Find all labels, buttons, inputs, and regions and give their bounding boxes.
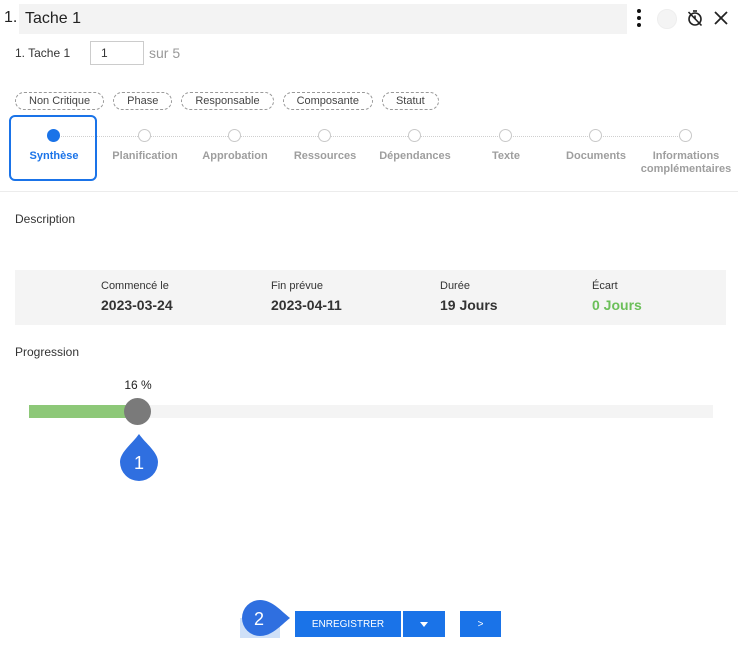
step-dot (228, 129, 241, 142)
started-value: 2023-03-24 (101, 297, 173, 313)
step-label: Informations complémentaires (640, 150, 732, 175)
status-circle-button[interactable] (657, 9, 677, 29)
page-number-input[interactable] (90, 41, 144, 65)
more-options-icon[interactable] (632, 9, 646, 27)
planned-end-label: Fin prévue (271, 280, 323, 292)
active-step-highlight (9, 115, 97, 181)
step-dot (318, 129, 331, 142)
tag-criticality[interactable]: Non Critique (15, 92, 105, 110)
duration-value: 19 Jours (440, 297, 498, 313)
tag-phase[interactable]: Phase (113, 92, 173, 110)
save-button[interactable]: ENREGISTRER (295, 611, 401, 637)
step-dot (679, 129, 692, 142)
progression-fill (29, 405, 137, 418)
gap-block: Écart 0 Jours (592, 280, 642, 313)
step-dot (47, 129, 60, 142)
step-label: Synthèse (29, 150, 79, 162)
step-label: Dépendances (379, 150, 451, 162)
step-dot (138, 129, 151, 142)
started-label: Commencé le (101, 280, 169, 292)
marker-1-label: 1 (134, 453, 144, 473)
next-button[interactable]: > (460, 611, 501, 637)
step-label: Ressources (293, 150, 357, 162)
section-stepper: Synthèse Planification Approbation Resso… (0, 115, 738, 185)
step-label: Planification (112, 150, 178, 162)
started-block: Commencé le 2023-03-24 (101, 280, 173, 313)
progression-slider-handle[interactable] (124, 398, 151, 425)
timer-off-icon[interactable] (686, 9, 704, 27)
task-number-prefix: 1. (4, 9, 18, 26)
planned-end-value: 2023-04-11 (271, 297, 342, 313)
task-title-input[interactable] (19, 4, 627, 34)
tag-composante[interactable]: Composante (282, 92, 373, 110)
duration-block: Durée 19 Jours (440, 280, 498, 313)
tag-statut[interactable]: Statut (381, 92, 439, 110)
gap-label: Écart (592, 280, 618, 292)
step-label: Texte (492, 150, 520, 162)
planned-end-block: Fin prévue 2023-04-11 (271, 280, 342, 313)
tag-list: Non Critique Phase Responsable Composant… (15, 92, 439, 110)
marker-2-label: 2 (254, 609, 264, 629)
step-label: Documents (566, 150, 626, 162)
task-label: 1. Tache 1 (15, 46, 71, 60)
step-label: Approbation (202, 150, 268, 162)
progression-percent: 16 % (124, 378, 152, 392)
save-options-dropdown[interactable] (403, 611, 445, 637)
close-icon[interactable] (712, 9, 730, 27)
description-label: Description (15, 212, 76, 226)
caret-down-icon (420, 621, 428, 627)
page-total: sur 5 (149, 45, 181, 61)
annotation-marker-2: 2 (240, 600, 290, 638)
progression-label: Progression (15, 345, 80, 359)
duration-label: Durée (440, 280, 470, 292)
section-divider (0, 191, 738, 192)
gap-value: 0 Jours (592, 297, 642, 313)
annotation-marker-1: 1 (120, 434, 158, 481)
progression-slider[interactable] (29, 398, 713, 425)
dates-summary: Commencé le 2023-03-24 Fin prévue 2023-0… (15, 270, 726, 325)
step-dot (408, 129, 421, 142)
tag-responsable[interactable]: Responsable (181, 92, 274, 110)
step-dot (589, 129, 602, 142)
step-dot (499, 129, 512, 142)
